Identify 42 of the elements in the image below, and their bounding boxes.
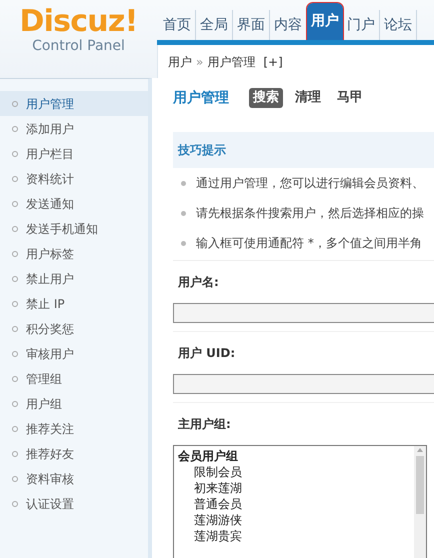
sub-tab[interactable]: 搜索 [249, 88, 283, 108]
sidebar-item[interactable]: 认证设置 [0, 491, 148, 516]
tip-text: 通过用户管理，您可以进行编辑会员资料、 [196, 175, 424, 192]
listbox-option[interactable]: 初来莲湖 [178, 480, 414, 496]
add-shortcut-link[interactable]: [+] [263, 52, 283, 70]
sidebar-item[interactable]: 推荐好友 [0, 441, 148, 466]
listbox-option[interactable]: 普通会员 [178, 496, 414, 512]
breadcrumb-current: 用户管理 [207, 54, 256, 70]
sidebar-item[interactable]: 用户组 [0, 391, 148, 416]
sidebar-item[interactable]: 资料审核 [0, 466, 148, 491]
sidebar-item[interactable]: 推荐关注 [0, 416, 148, 441]
sidebar-item[interactable]: 管理组 [0, 366, 148, 391]
tip-text: 输入框可使用通配符 *，多个值之间用半角 [196, 235, 422, 252]
tip-text: 请先根据条件搜索用户，然后选择相应的操 [196, 205, 424, 222]
sidebar-item[interactable]: 用户标签 [0, 241, 148, 266]
field-label: 主用户组: [178, 416, 231, 433]
listbox-option[interactable]: 莲湖贵宾 [178, 528, 414, 544]
sidebar-item[interactable]: 发送手机通知 [0, 216, 148, 241]
breadcrumb-separator: » [196, 54, 204, 70]
field-label: 用户名: [178, 274, 219, 291]
option-group-label: 会员用户组 [178, 448, 239, 464]
group-listbox[interactable]: 会员用户组 限制会员 初来莲湖 普通会员 莲湖游侠 莲湖贵宾 [173, 445, 427, 558]
sidebar-item[interactable]: 发送通知 [0, 191, 148, 216]
page-title: 用户管理 [173, 88, 229, 108]
logo-subtitle: Control Panel [32, 38, 125, 54]
sidebar-item[interactable]: 用户管理 [0, 91, 148, 116]
listbox-option[interactable]: 限制会员 [178, 464, 414, 480]
sidebar-item[interactable]: 添加用户 [0, 116, 148, 141]
nav-tab[interactable]: 用户 [307, 3, 343, 40]
sidebar-item[interactable]: 资料统计 [0, 166, 148, 191]
tips-header: 技巧提示 [173, 132, 434, 168]
sub-tab[interactable]: 马甲 [333, 88, 367, 108]
logo-title: Discuz! [19, 6, 138, 38]
sidebar-item[interactable]: 禁止 IP [0, 291, 148, 316]
field-label: 用户 UID: [178, 345, 236, 362]
sidebar-item[interactable]: 审核用户 [0, 341, 148, 366]
sidebar-item[interactable]: 用户栏目 [0, 141, 148, 166]
sidebar-item[interactable]: 积分奖惩 [0, 316, 148, 341]
breadcrumb-link[interactable]: 用户 [168, 52, 192, 70]
sub-tab[interactable]: 清理 [291, 88, 325, 108]
sidebar-item[interactable]: 禁止用户 [0, 266, 148, 291]
listbox-option[interactable]: 莲湖游侠 [178, 512, 414, 528]
